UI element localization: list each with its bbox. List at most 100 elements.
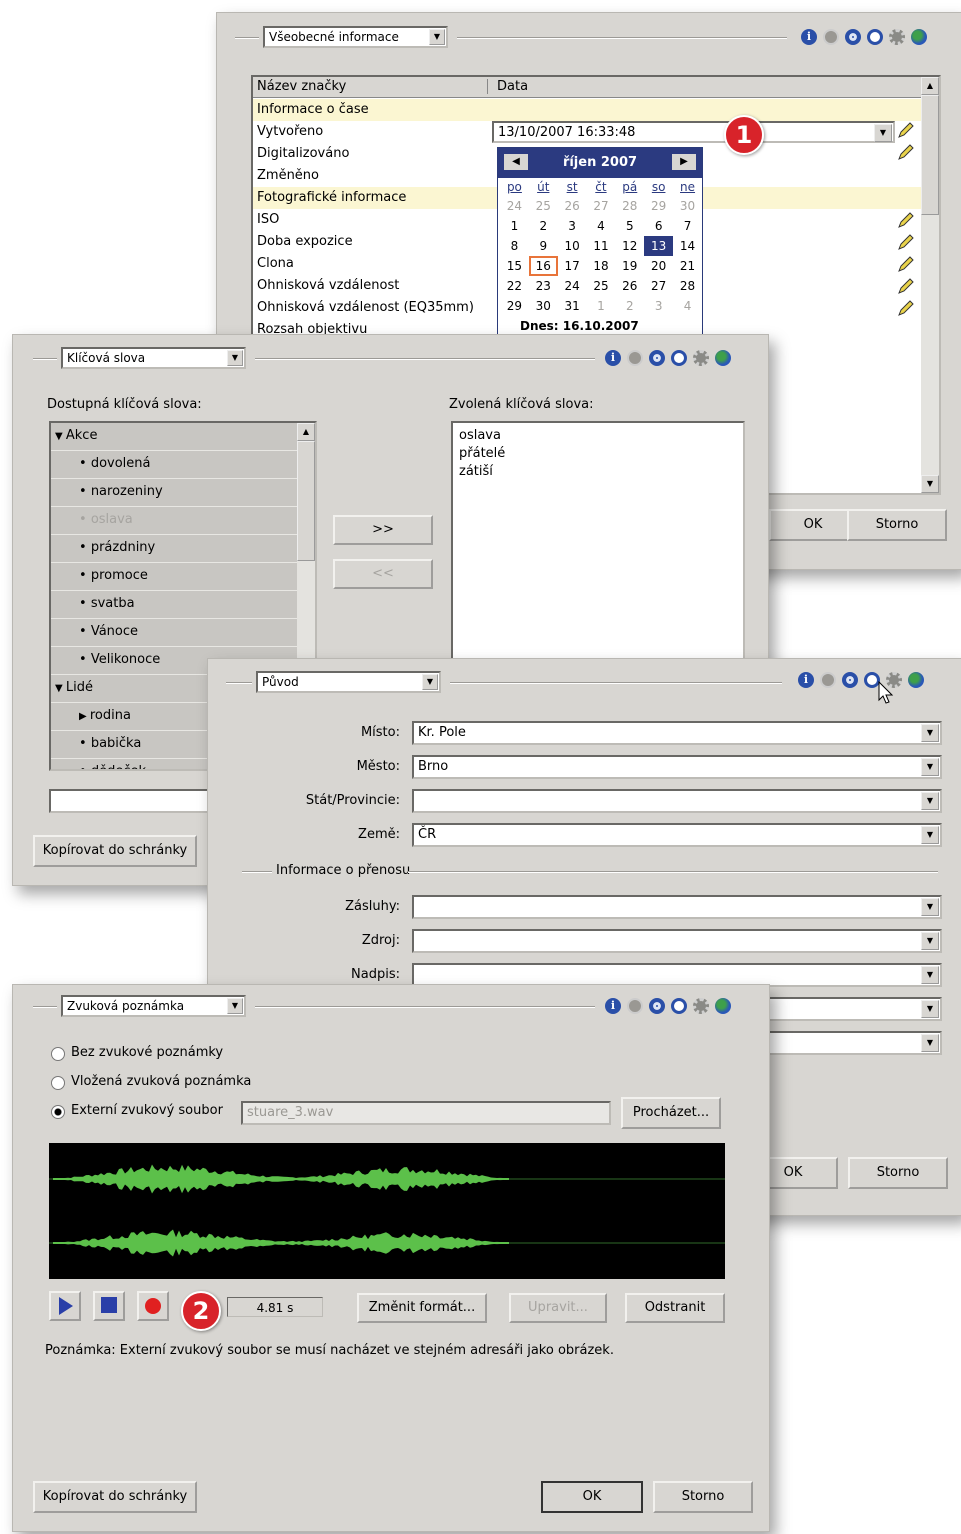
calendar-day[interactable]: 2 — [529, 216, 558, 236]
next-month-button[interactable]: ▶ — [672, 154, 696, 170]
credits-field[interactable]: ▼ — [412, 895, 942, 919]
chevron-down-icon[interactable]: ▼ — [921, 1000, 939, 1018]
calendar-day[interactable]: 25 — [529, 196, 558, 216]
calendar-day[interactable]: 10 — [558, 236, 587, 256]
keyword-item[interactable]: • prázdniny — [51, 535, 297, 563]
tag-row[interactable]: ISO — [253, 209, 279, 231]
globe-icon[interactable] — [715, 998, 731, 1014]
calendar-day[interactable]: 24 — [500, 196, 529, 216]
origin-icon[interactable] — [671, 350, 687, 366]
settings-icon[interactable] — [693, 998, 709, 1014]
record-button[interactable] — [137, 1291, 169, 1321]
cancel-button[interactable]: Storno — [653, 1481, 753, 1513]
keyword-item[interactable]: • svatba — [51, 591, 297, 619]
scroll-up-icon[interactable]: ▲ — [921, 77, 939, 95]
browse-button[interactable]: Procházet... — [621, 1097, 721, 1129]
radio-label-external[interactable]: Externí zvukový soubor — [71, 1103, 223, 1118]
pencil-icon[interactable] — [897, 299, 915, 317]
calendar-day[interactable]: 18 — [587, 256, 616, 276]
info-icon[interactable]: i — [798, 672, 814, 688]
info-icon[interactable]: i — [605, 998, 621, 1014]
state-field[interactable]: ▼ — [412, 789, 942, 813]
keyword-icon[interactable] — [842, 672, 858, 688]
calendar-day[interactable]: 11 — [587, 236, 616, 256]
add-keyword-button[interactable]: >> — [333, 515, 433, 545]
chevron-down-icon[interactable]: ▼ — [921, 898, 939, 916]
calendar-day[interactable]: 7 — [673, 216, 702, 236]
calendar-day[interactable]: 1 — [587, 296, 616, 316]
keyword-item[interactable]: • narozeniny — [51, 479, 297, 507]
column-header-data[interactable]: Data — [497, 79, 528, 94]
pencil-icon[interactable] — [897, 143, 915, 161]
keyword-item[interactable]: • Vánoce — [51, 619, 297, 647]
calendar-day[interactable]: 30 — [673, 196, 702, 216]
calendar-day[interactable]: 30 — [529, 296, 558, 316]
globe-icon[interactable] — [911, 29, 927, 45]
pencil-icon[interactable] — [897, 121, 915, 139]
ok-button[interactable]: OK — [769, 509, 857, 541]
radio-external-file[interactable] — [51, 1105, 65, 1119]
pencil-icon[interactable] — [897, 277, 915, 295]
chevron-down-icon[interactable]: ▼ — [422, 674, 438, 690]
scroll-thumb[interactable] — [297, 441, 315, 561]
calendar-day[interactable]: 29 — [500, 296, 529, 316]
calendar-day[interactable]: 21 — [673, 256, 702, 276]
calendar-day[interactable]: 4 — [587, 216, 616, 236]
tag-row[interactable]: Změněno — [253, 165, 319, 187]
pencil-icon[interactable] — [897, 255, 915, 273]
scroll-down-icon[interactable]: ▼ — [921, 475, 939, 493]
tag-row[interactable]: Ohnisková vzdálenost (EQ35mm) — [253, 297, 474, 319]
radio-label-embedded[interactable]: Vložená zvuková poznámka — [71, 1074, 251, 1089]
calendar-day[interactable]: 16 — [528, 256, 558, 276]
chevron-down-icon[interactable]: ▼ — [921, 932, 939, 950]
calendar-day[interactable]: 19 — [615, 256, 644, 276]
calendar-day[interactable]: 5 — [615, 216, 644, 236]
keyword-icon[interactable] — [845, 29, 861, 45]
camera-icon[interactable] — [627, 350, 643, 366]
radio-no-sound[interactable] — [51, 1047, 65, 1061]
chevron-down-icon[interactable]: ▼ — [874, 124, 892, 142]
keyword-item[interactable]: • oslava — [51, 507, 297, 535]
pencil-icon[interactable] — [897, 211, 915, 229]
origin-icon[interactable] — [671, 998, 687, 1014]
chevron-down-icon[interactable]: ▼ — [227, 998, 243, 1014]
calendar-day[interactable]: 22 — [500, 276, 529, 296]
keyword-icon[interactable] — [649, 350, 665, 366]
scroll-thumb[interactable] — [921, 95, 939, 215]
calendar-day[interactable]: 26 — [615, 276, 644, 296]
chevron-down-icon[interactable]: ▼ — [921, 758, 939, 776]
keyword-item[interactable]: • dovolená — [51, 451, 297, 479]
camera-icon[interactable] — [627, 998, 643, 1014]
copy-to-clipboard-button[interactable]: Kopírovat do schránky — [33, 835, 197, 867]
calendar-day[interactable]: 9 — [529, 236, 558, 256]
change-format-button[interactable]: Změnit formát... — [357, 1293, 487, 1323]
calendar-day[interactable]: 14 — [673, 236, 702, 256]
stop-button[interactable] — [93, 1291, 125, 1321]
calendar-day[interactable]: 8 — [500, 236, 529, 256]
calendar-day[interactable]: 24 — [558, 276, 587, 296]
cancel-button[interactable]: Storno — [848, 1157, 948, 1189]
info-icon[interactable]: i — [605, 350, 621, 366]
vertical-scrollbar[interactable]: ▲ ▼ — [921, 77, 939, 493]
info-icon[interactable]: i — [801, 29, 817, 45]
camera-icon[interactable] — [820, 672, 836, 688]
category-dropdown[interactable]: Zvuková poznámka ▼ — [61, 995, 246, 1017]
globe-icon[interactable] — [715, 350, 731, 366]
chevron-down-icon[interactable]: ▼ — [921, 966, 939, 984]
tag-row[interactable]: Clona — [253, 253, 294, 275]
calendar-day[interactable]: 1 — [500, 216, 529, 236]
calendar-today-footer[interactable]: Dnes: 16.10.2007 — [500, 316, 702, 336]
chevron-down-icon[interactable]: ▼ — [921, 792, 939, 810]
keyword-icon[interactable] — [649, 998, 665, 1014]
selected-keyword[interactable]: přátelé — [459, 445, 737, 463]
tag-row[interactable]: Doba expozice — [253, 231, 353, 253]
radio-label-no-sound[interactable]: Bez zvukové poznámky — [71, 1045, 223, 1060]
place-field[interactable]: Kr. Pole ▼ — [412, 721, 942, 745]
calendar-day[interactable]: 4 — [673, 296, 702, 316]
calendar-day[interactable]: 3 — [644, 296, 673, 316]
country-field[interactable]: ČR ▼ — [412, 823, 942, 847]
tag-row[interactable]: Vytvořeno — [253, 121, 323, 143]
calendar-day[interactable]: 12 — [615, 236, 644, 256]
calendar-day[interactable]: 2 — [615, 296, 644, 316]
calendar-day[interactable]: 27 — [644, 276, 673, 296]
